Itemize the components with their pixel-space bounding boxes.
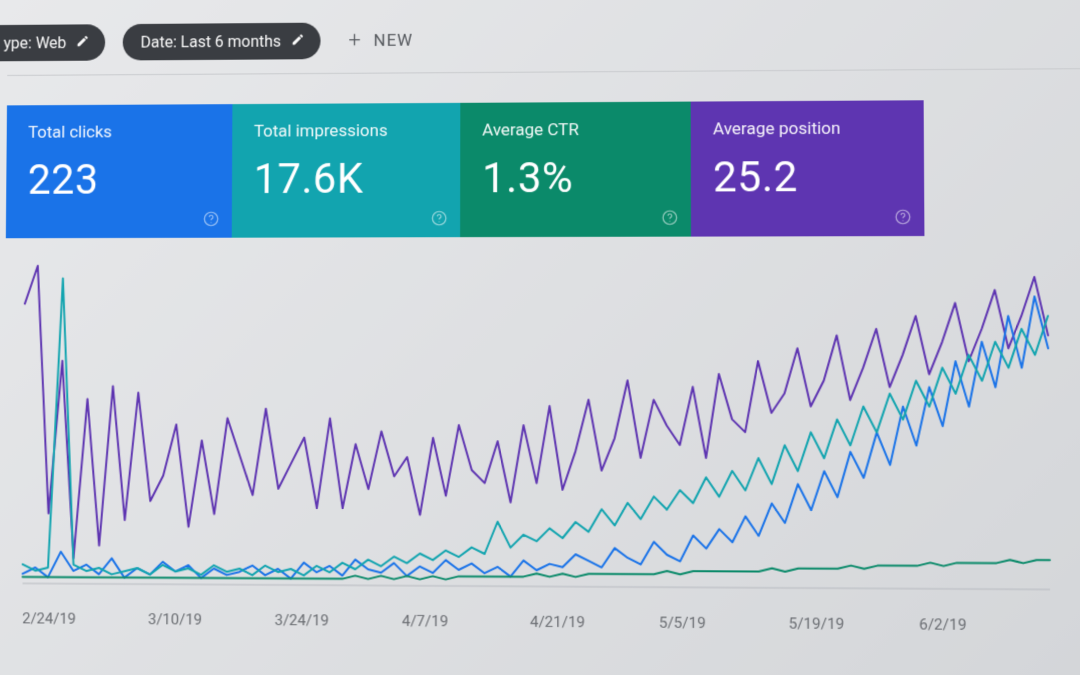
filter-chip-date[interactable]: Date: Last 6 months [123,23,321,61]
chart-x-tick: 4/21/19 [530,613,659,632]
chart-series-line [23,555,1050,583]
kpi-value: 17.6K [254,155,441,204]
kpi-card-average-ctr[interactable]: Average CTR 1.3% [460,102,691,238]
chart-x-tick: 6/2/19 [919,615,1050,634]
chart-series-line [23,296,1050,582]
chart-x-tick: 5/5/19 [659,614,789,633]
kpi-label: Average CTR [482,120,670,141]
filter-chip-type[interactable]: ype: Web [0,24,106,61]
kpi-card-total-impressions[interactable]: Total impressions 17.6K [232,103,461,238]
new-filter-button[interactable]: + NEW [338,22,423,59]
kpi-card-average-position[interactable]: Average position 25.2 [691,100,925,236]
chart-x-tick: 3/24/19 [275,611,402,630]
kpi-value: 223 [28,156,213,205]
help-icon[interactable] [430,209,448,227]
chart-svg [3,254,1072,631]
kpi-label: Total clicks [28,122,212,143]
plus-icon: + [348,28,361,53]
new-filter-label: NEW [374,30,414,50]
filter-chip-date-label: Date: Last 6 months [141,33,282,50]
kpi-value: 1.3% [482,154,671,204]
kpi-label: Average position [713,118,904,139]
chart-series-line [23,264,1050,563]
performance-line-chart: 2/24/193/10/193/24/194/7/194/21/195/5/19… [3,254,1072,631]
kpi-label: Total impressions [254,121,440,142]
chart-x-tick: 4/7/19 [402,612,530,631]
chart-x-tick: 5/19/19 [789,614,920,633]
help-icon[interactable] [661,209,679,227]
chart-x-tick: 2/24/19 [22,609,148,628]
chart-x-tick: 3/10/19 [148,610,275,629]
filter-bar: ype: Web Date: Last 6 months + NEW [7,7,1080,76]
pencil-icon [76,34,90,51]
kpi-card-total-clicks[interactable]: Total clicks 223 [6,104,233,238]
kpi-value: 25.2 [713,153,904,203]
pencil-icon [291,33,305,50]
kpi-row: Total clicks 223 Total impressions 17.6K… [6,100,925,238]
help-icon[interactable] [894,208,912,226]
filter-chip-type-label: ype: Web [4,35,67,51]
help-icon[interactable] [202,210,220,228]
